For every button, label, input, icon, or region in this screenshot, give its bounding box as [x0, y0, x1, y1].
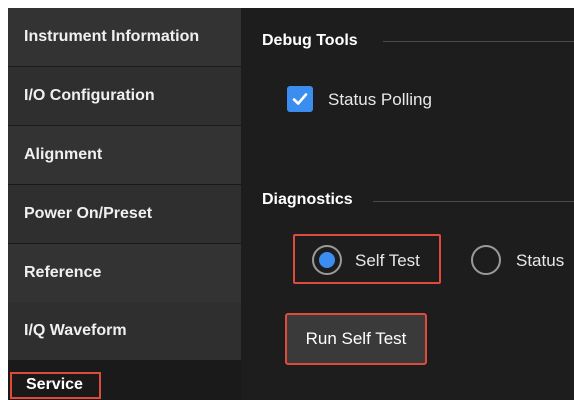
section-divider	[383, 41, 574, 42]
sidebar-item-label: I/O Configuration	[24, 87, 155, 104]
status-label: Status	[516, 251, 565, 270]
self-test-label: Self Test	[355, 251, 420, 270]
sidebar-item-label: Alignment	[24, 146, 103, 163]
sidebar-item-io-configuration[interactable]: I/O Configuration	[8, 67, 241, 125]
sidebar-item-reference[interactable]: Reference	[8, 244, 241, 302]
section-divider	[373, 201, 574, 202]
status-polling-checkbox[interactable]	[287, 86, 313, 112]
sidebar-item-power-on-preset[interactable]: Power On/Preset	[8, 185, 241, 243]
sidebar-item-label: Service	[26, 376, 83, 393]
section-title: Diagnostics	[262, 191, 353, 208]
sidebar-item-iq-waveform[interactable]: I/Q Waveform	[8, 302, 241, 360]
sidebar-item-label: Power On/Preset	[24, 205, 153, 222]
status-polling-label: Status Polling	[328, 90, 432, 109]
service-panel: Debug Tools Status Polling Diagnostics S…	[241, 8, 574, 400]
run-self-test-button[interactable]: Run Self Test	[285, 313, 427, 365]
settings-sidebar: Instrument Information I/O Configuration…	[8, 8, 241, 400]
self-test-radio[interactable]	[312, 245, 342, 275]
sidebar-item-label: Instrument Information	[24, 28, 200, 45]
sidebar-item-alignment[interactable]: Alignment	[8, 126, 241, 184]
section-title: Debug Tools	[262, 32, 358, 49]
radio-selected-dot	[319, 252, 335, 268]
sidebar-item-instrument-information[interactable]: Instrument Information	[8, 8, 241, 66]
sidebar-item-service[interactable]: Service	[10, 372, 101, 399]
status-radio[interactable]	[471, 245, 501, 275]
debug-tools-header: Debug Tools	[262, 32, 358, 50]
diagnostics-header: Diagnostics	[262, 191, 353, 209]
sidebar-item-label: I/Q Waveform	[24, 322, 127, 339]
checkmark-icon	[292, 93, 308, 105]
sidebar-item-label: Reference	[24, 264, 102, 281]
